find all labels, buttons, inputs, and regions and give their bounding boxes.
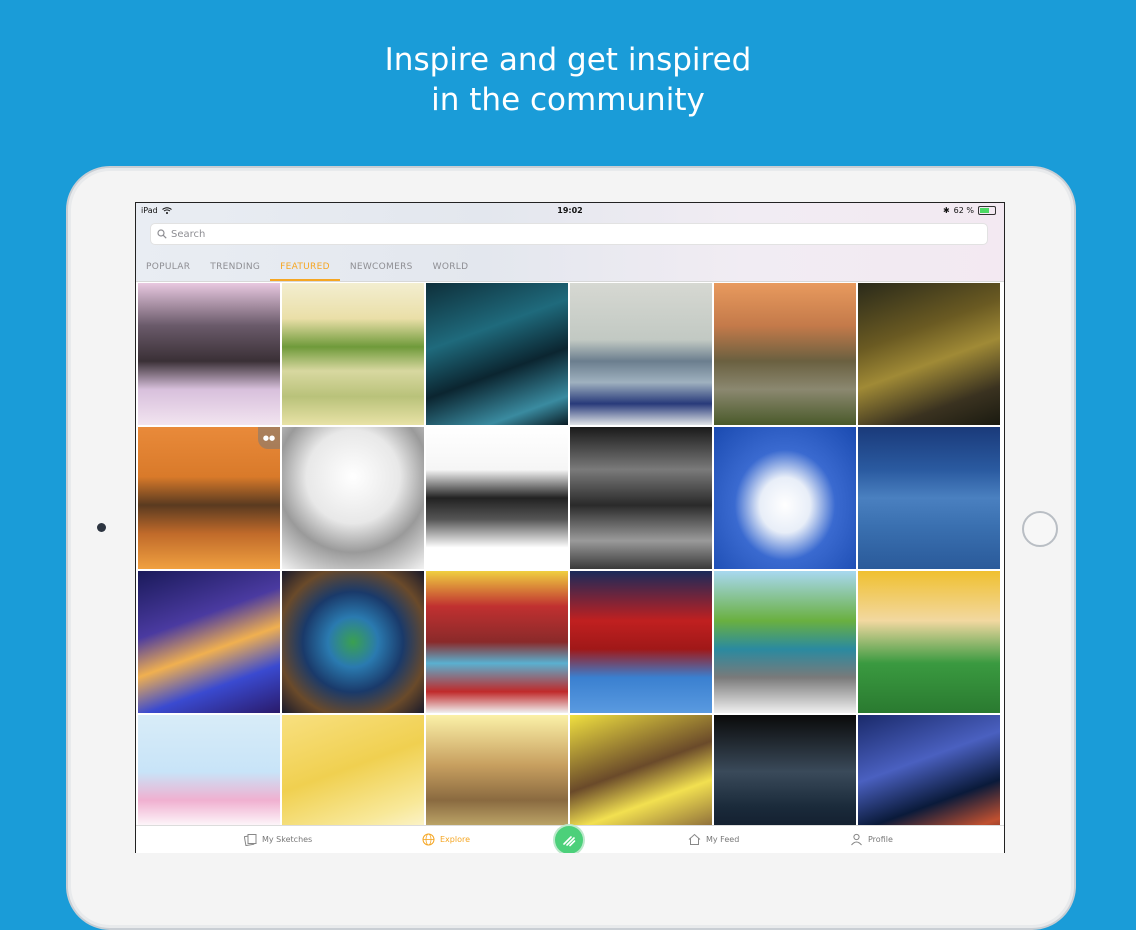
bluetooth-icon: ✱ — [942, 206, 950, 215]
tab-my-sketches[interactable]: My Sketches — [244, 833, 312, 846]
fashion-figure-sketch[interactable] — [426, 715, 568, 825]
search-bar[interactable] — [150, 223, 988, 245]
angry-birds-sketch[interactable] — [570, 571, 712, 713]
home-button[interactable] — [1022, 511, 1058, 547]
status-right: ✱ 62 % — [943, 206, 996, 215]
battery-fill — [980, 208, 989, 213]
ink-domes-sketch[interactable] — [426, 427, 568, 569]
tab-newcomers[interactable]: NEWCOMERS — [340, 257, 423, 281]
tab-profile-label: Profile — [868, 835, 893, 844]
elf-boy-sketch[interactable] — [858, 571, 1000, 713]
pencil-village-sketch[interactable] — [282, 427, 424, 569]
earth-tunnel-sketch[interactable] — [282, 571, 424, 713]
street-sunset-sketch[interactable] — [714, 283, 856, 425]
harbor-night-sketch[interactable] — [858, 427, 1000, 569]
princess-trophy-sketch[interactable] — [138, 715, 280, 825]
sketch-grid: ●● — [138, 283, 1002, 825]
battery-icon — [978, 206, 996, 215]
new-sketch-button[interactable] — [555, 826, 583, 853]
group-icon: ●● — [258, 427, 280, 449]
header-area: iPad 19:02 ✱ 62 % POPULARTRENDINGFEAT — [136, 203, 1004, 282]
tab-my-feed[interactable]: My Feed — [688, 833, 739, 846]
tab-explore[interactable]: Explore — [422, 833, 470, 846]
sketches-icon — [244, 834, 257, 846]
flower-girl-sketch[interactable] — [570, 715, 712, 825]
category-tabs: POPULAR TRENDING FEATURED NEWCOMERS WORLD — [136, 257, 1004, 281]
tab-trending[interactable]: TRENDING — [200, 257, 270, 281]
tab-world[interactable]: WORLD — [423, 257, 479, 281]
night-bridge-sketch[interactable] — [426, 283, 568, 425]
camera-dot — [97, 523, 106, 532]
tab-my-sketches-label: My Sketches — [262, 835, 313, 844]
profile-icon — [851, 833, 862, 846]
headline-line-2: in the community — [431, 82, 705, 118]
status-time: 19:02 — [557, 206, 583, 215]
pikachu-3ds-sketch[interactable] — [426, 571, 568, 713]
battery-percent: 62 % — [953, 206, 974, 215]
night-lamps-sketch[interactable] — [858, 283, 1000, 425]
headline: Inspire and get inspired in the communit… — [0, 40, 1136, 120]
blue-warrior-sketch[interactable] — [858, 715, 1000, 825]
lake-landscape-sketch[interactable] — [282, 283, 424, 425]
brush-stroke-icon — [563, 836, 576, 847]
tab-explore-label: Explore — [440, 835, 471, 844]
search-icon — [157, 229, 167, 239]
burj-al-arab-sketch[interactable] — [714, 427, 856, 569]
tab-profile[interactable]: Profile — [850, 833, 893, 846]
app-screen: iPad 19:02 ✱ 62 % POPULARTRENDINGFEAT — [135, 202, 1005, 853]
tab-popular[interactable]: POPULAR — [136, 257, 200, 281]
search-input[interactable] — [171, 228, 951, 240]
umbrella-couple-sketch[interactable] — [570, 427, 712, 569]
tab-featured[interactable]: FEATURED — [270, 257, 340, 281]
minecraft-sketch[interactable] — [714, 571, 856, 713]
home-icon — [688, 833, 701, 845]
orange-building-sketch[interactable]: ●● — [138, 427, 280, 569]
city-tower-sketch[interactable] — [570, 283, 712, 425]
anime-girl-city-sketch[interactable] — [138, 571, 280, 713]
headline-line-1: Inspire and get inspired — [384, 42, 752, 78]
tab-bar: My Sketches Explore My Feed Profile — [136, 825, 1004, 853]
castle-sketch[interactable] — [138, 283, 280, 425]
tab-my-feed-label: My Feed — [706, 835, 740, 844]
status-bar: iPad 19:02 ✱ 62 % — [136, 203, 1004, 219]
chocobo-sketch[interactable] — [282, 715, 424, 825]
globe-icon — [422, 833, 435, 846]
dark-knight-sketch[interactable] — [714, 715, 856, 825]
